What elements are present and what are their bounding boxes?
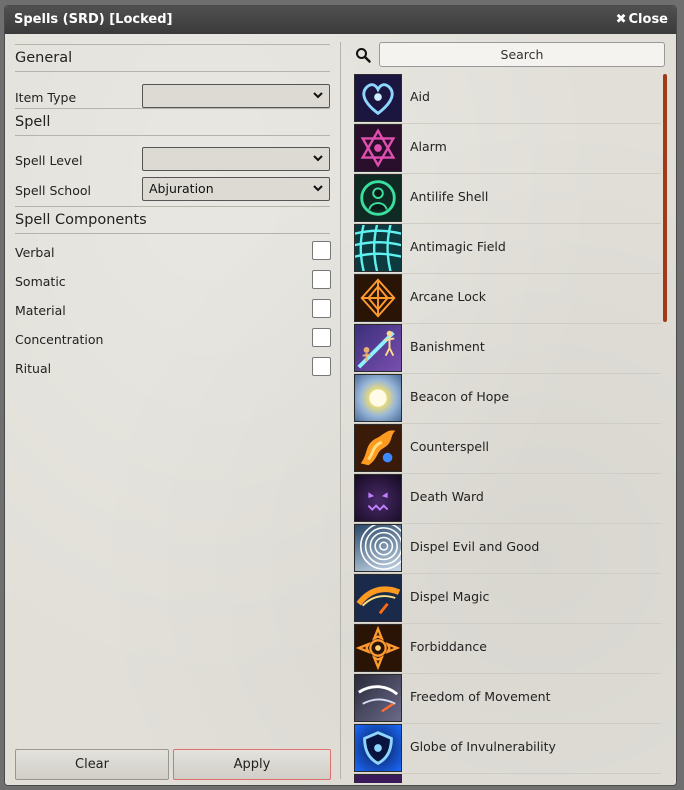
- list-item[interactable]: Arcane Lock: [354, 273, 661, 324]
- list-item[interactable]: Banishment: [354, 323, 661, 374]
- list-item[interactable]: Dispel Evil and Good: [354, 523, 661, 574]
- verbal-checkbox[interactable]: [312, 241, 331, 260]
- radiant-sun-icon: [354, 374, 402, 422]
- concentration-checkbox[interactable]: [312, 328, 331, 347]
- panel-divider: [340, 42, 341, 779]
- list-item[interactable]: Dispel Magic: [354, 573, 661, 624]
- skull-face-icon: [354, 474, 402, 522]
- spiral-icon: [354, 524, 402, 572]
- verbal-label: Verbal: [15, 245, 55, 260]
- list-item[interactable]: Forbiddance: [354, 623, 661, 674]
- close-button[interactable]: ✖ Close: [616, 12, 668, 27]
- scrollbar[interactable]: [663, 74, 668, 779]
- chain-break-icon: [354, 674, 402, 722]
- spell-name: Counterspell: [410, 439, 490, 454]
- list-item[interactable]: Globe of Invulnerability: [354, 723, 661, 774]
- spells-window: Spells (SRD) [Locked] ✖ Close General Ite…: [4, 5, 677, 786]
- list-item[interactable]: Counterspell: [354, 423, 661, 474]
- blue-shield-icon: [354, 724, 402, 772]
- list-item[interactable]: Freedom of Movement: [354, 673, 661, 724]
- hexagram-icon: [354, 124, 402, 172]
- components-section-header: Spell Components: [15, 206, 330, 234]
- list-item[interactable]: Aid: [354, 73, 661, 124]
- spell-name: Death Ward: [410, 489, 484, 504]
- list-item[interactable]: Beacon of Hope: [354, 373, 661, 424]
- spell-name: Dispel Magic: [410, 589, 490, 604]
- flame-hands-icon: [354, 424, 402, 472]
- title-bar[interactable]: Spells (SRD) [Locked] ✖ Close: [5, 6, 676, 34]
- window-title: Spells (SRD) [Locked]: [14, 12, 173, 27]
- spell-name: Dispel Evil and Good: [410, 539, 540, 554]
- spell-name: Arcane Lock: [410, 289, 487, 304]
- spell-name: Banishment: [410, 339, 485, 354]
- scrollbar-thumb[interactable]: [663, 74, 667, 322]
- spell-school-label: Spell School: [15, 183, 91, 198]
- close-x-icon: ✖: [615, 12, 627, 27]
- ritual-label: Ritual: [15, 361, 52, 376]
- chevron-down-icon: [313, 155, 323, 162]
- general-section-header: General: [15, 44, 330, 72]
- search-icon: [356, 48, 371, 63]
- spell-list: Aid Alarm Antilife Shell Antimagic Field: [354, 73, 663, 783]
- spell-level-select[interactable]: [142, 147, 330, 171]
- clear-button[interactable]: Clear: [15, 749, 169, 780]
- spell-name: Beacon of Hope: [410, 389, 510, 404]
- search-input[interactable]: [379, 42, 665, 67]
- spell-section-header: Spell: [15, 108, 330, 136]
- apply-button[interactable]: Apply: [173, 749, 331, 780]
- spell-name: Antimagic Field: [410, 239, 506, 254]
- rune-circle-icon: [354, 624, 402, 672]
- spell-name: Freedom of Movement: [410, 689, 551, 704]
- spell-name: Alarm: [410, 139, 447, 154]
- spell-school-select[interactable]: Abjuration: [142, 177, 330, 201]
- spell-level-label: Spell Level: [15, 153, 83, 168]
- somatic-checkbox[interactable]: [312, 270, 331, 289]
- item-type-select[interactable]: [142, 84, 330, 108]
- spell-name: Antilife Shell: [410, 189, 489, 204]
- item-type-label: Item Type: [15, 90, 77, 105]
- chevron-down-icon: [313, 185, 323, 192]
- material-label: Material: [15, 303, 66, 318]
- somatic-label: Somatic: [15, 274, 66, 289]
- material-checkbox[interactable]: [312, 299, 331, 318]
- list-item[interactable]: [354, 773, 661, 783]
- grid-field-icon: [354, 224, 402, 272]
- spell-name: Globe of Invulnerability: [410, 739, 556, 754]
- shield-figure-icon: [354, 174, 402, 222]
- spell-school-value: Abjuration: [149, 181, 214, 196]
- filter-panel: General Item Type Spell Spell Level Spel…: [10, 42, 331, 785]
- spell-name: Forbiddance: [410, 639, 487, 654]
- spell-name: Aid: [410, 89, 430, 104]
- list-item[interactable]: Antimagic Field: [354, 223, 661, 274]
- partial-thumbnail: [354, 774, 402, 783]
- close-label: Close: [628, 12, 668, 27]
- window-body: General Item Type Spell Spell Level Spel…: [5, 34, 676, 785]
- list-item[interactable]: Alarm: [354, 123, 661, 174]
- heart-icon: [354, 74, 402, 122]
- chevron-down-icon: [313, 92, 323, 99]
- list-item[interactable]: Antilife Shell: [354, 173, 661, 224]
- ritual-checkbox[interactable]: [312, 357, 331, 376]
- figure-beam-icon: [354, 324, 402, 372]
- rune-lock-icon: [354, 274, 402, 322]
- list-item[interactable]: Death Ward: [354, 473, 661, 524]
- fire-bow-icon: [354, 574, 402, 622]
- concentration-label: Concentration: [15, 332, 104, 347]
